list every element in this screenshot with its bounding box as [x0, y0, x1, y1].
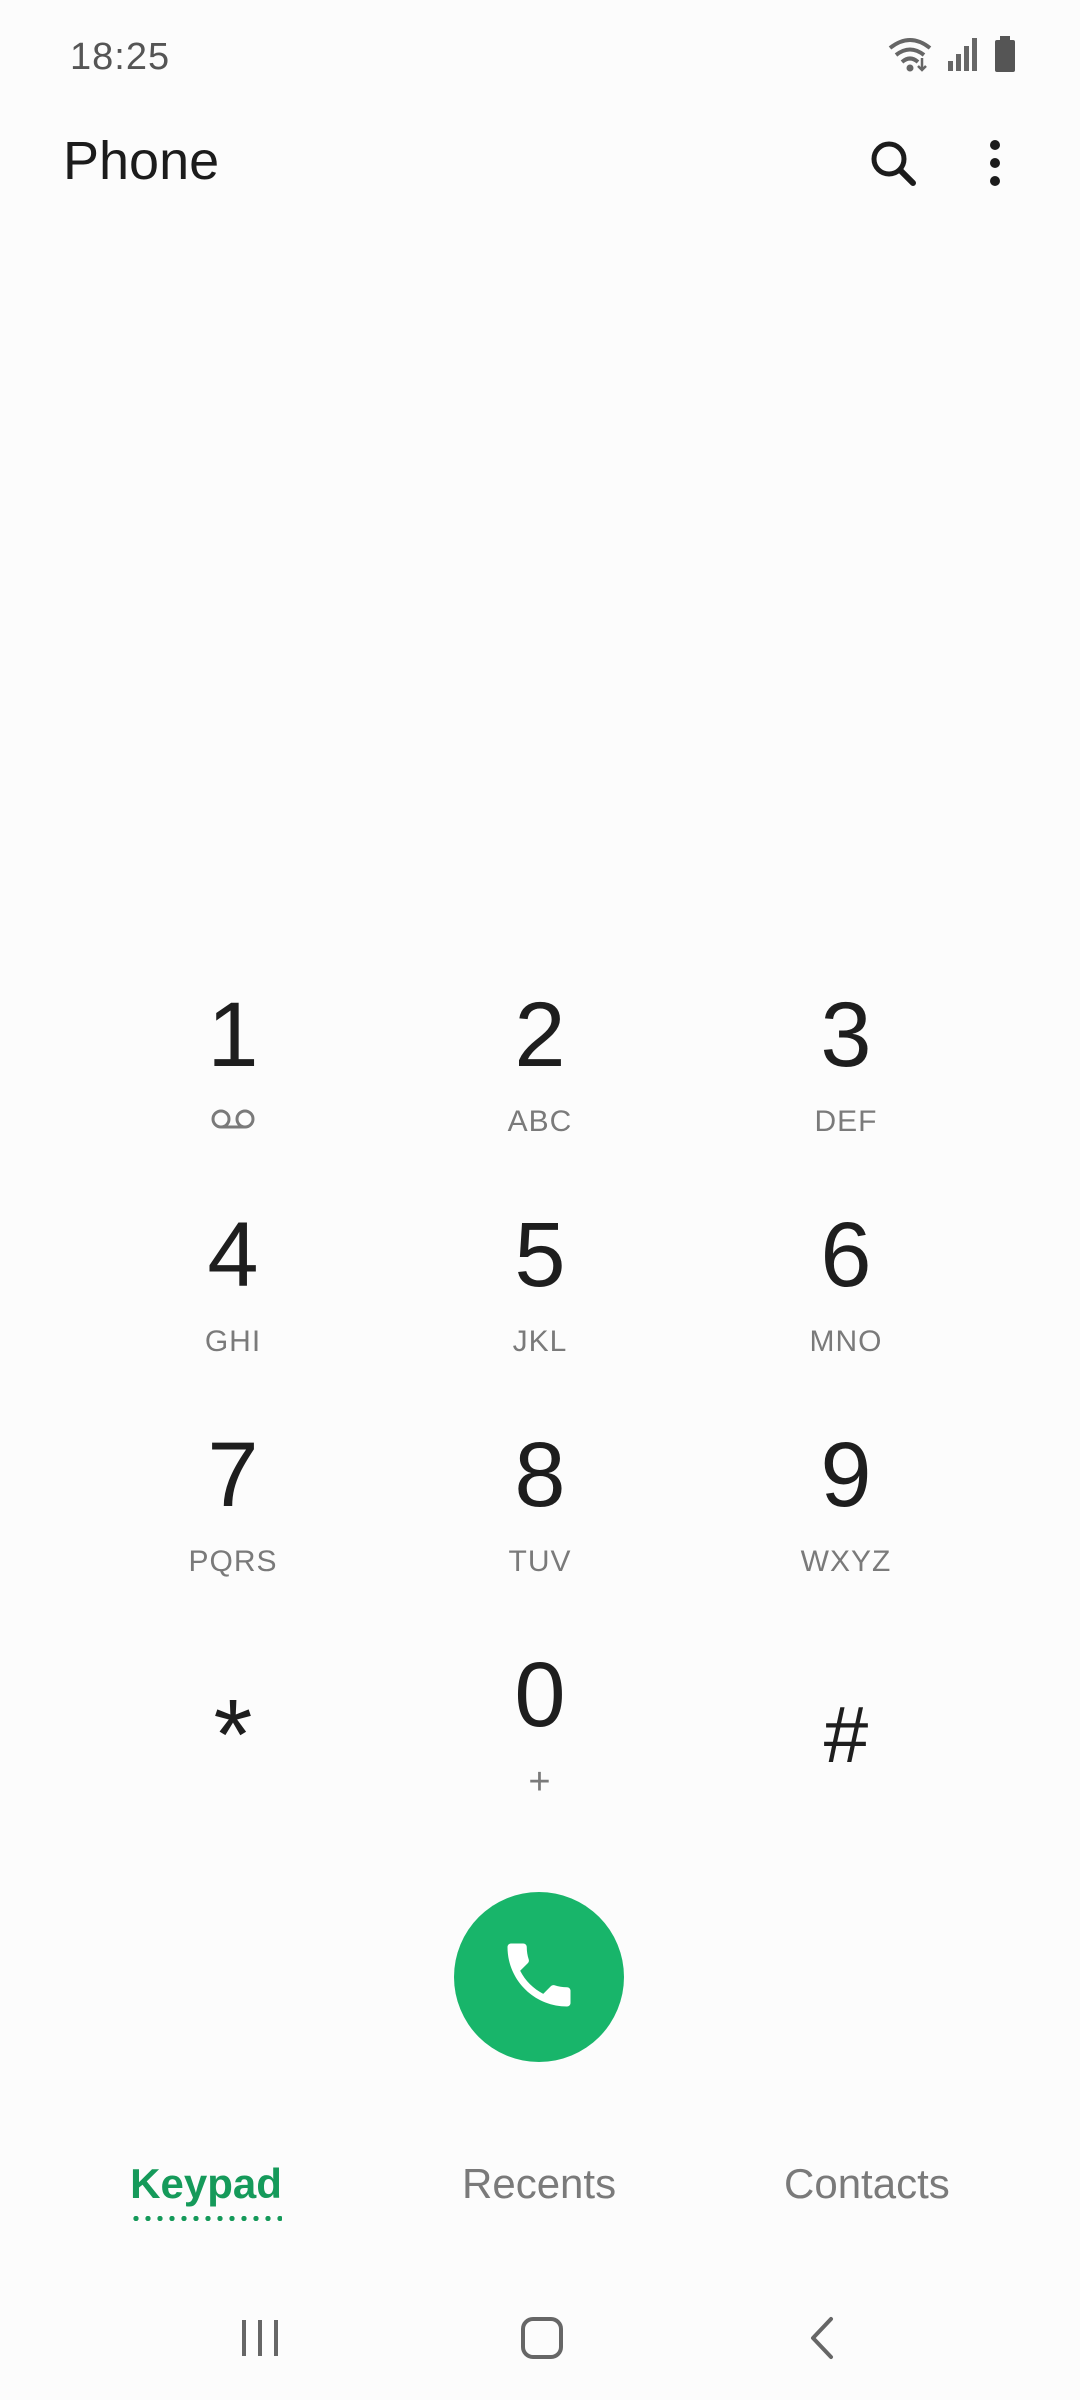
app-bar: Phone [0, 120, 1080, 280]
key-digit: 0 [514, 1644, 566, 1746]
key-letters: MNO [809, 1325, 883, 1358]
key-0[interactable]: 0 + [430, 1640, 650, 1840]
key-7[interactable]: 7 PQRS [123, 1420, 343, 1620]
key-2[interactable]: 2 ABC [430, 980, 650, 1180]
key-digit: 2 [514, 984, 566, 1086]
key-4[interactable]: 4 GHI [123, 1200, 343, 1400]
search-icon [868, 138, 918, 193]
key-5[interactable]: 5 JKL [430, 1200, 650, 1400]
key-letters: DEF [814, 1105, 878, 1138]
key-digit: 9 [820, 1424, 872, 1526]
key-letters: GHI [204, 1325, 262, 1358]
recent-apps-icon [238, 2318, 282, 2363]
key-letters: TUV [508, 1545, 572, 1578]
status-bar: 18:25 [0, 0, 1080, 120]
key-letters: + [528, 1760, 552, 1803]
more-options-button[interactable] [950, 120, 1040, 210]
bottom-tabs: Keypad Recents Contacts [0, 2150, 1080, 2270]
key-digit: 6 [820, 1204, 872, 1306]
search-button[interactable] [848, 120, 938, 210]
key-hash[interactable]: # [736, 1680, 956, 1880]
tab-label: Recents [462, 2160, 617, 2207]
tab-label: Contacts [784, 2160, 950, 2207]
key-letters: ABC [507, 1105, 573, 1138]
tab-recents[interactable]: Recents [462, 2160, 616, 2240]
key-digit: 3 [820, 984, 872, 1086]
key-letters: PQRS [188, 1545, 278, 1578]
key-1[interactable]: 1 [123, 980, 343, 1180]
battery-icon [994, 36, 1016, 77]
key-digit: 8 [514, 1424, 566, 1526]
status-time: 18:25 [70, 36, 171, 78]
home-button[interactable] [482, 2280, 602, 2400]
recent-apps-button[interactable] [200, 2280, 320, 2400]
status-icons [888, 36, 1016, 77]
more-options-icon [988, 139, 1002, 192]
key-digit: 5 [514, 1204, 566, 1306]
back-button[interactable] [762, 2280, 882, 2400]
key-3[interactable]: 3 DEF [736, 980, 956, 1180]
key-digit: * [213, 1679, 253, 1791]
call-button[interactable] [454, 1892, 624, 2062]
wifi-icon [888, 36, 932, 77]
back-icon [807, 2315, 837, 2366]
phone-icon [497, 1933, 581, 2022]
key-9[interactable]: 9 WXYZ [736, 1420, 956, 1620]
key-subtext [210, 1102, 256, 1142]
key-digit: 4 [207, 1204, 259, 1306]
tab-keypad[interactable]: Keypad [130, 2160, 282, 2240]
key-digit: # [823, 1690, 869, 1779]
home-icon [520, 2316, 564, 2365]
key-letters: WXYZ [800, 1545, 892, 1578]
signal-icon [946, 37, 980, 76]
voicemail-icon [210, 1105, 256, 1139]
system-nav-bar [0, 2280, 1080, 2400]
key-letters: JKL [512, 1325, 568, 1358]
key-6[interactable]: 6 MNO [736, 1200, 956, 1400]
tab-contacts[interactable]: Contacts [784, 2160, 950, 2240]
page-title: Phone [63, 131, 220, 191]
tab-label: Keypad [130, 2160, 282, 2207]
key-8[interactable]: 8 TUV [430, 1420, 650, 1620]
key-star[interactable]: * [123, 1680, 343, 1880]
key-digit: 7 [207, 1424, 259, 1526]
active-tab-indicator [130, 2216, 282, 2221]
key-digit: 1 [207, 984, 259, 1086]
